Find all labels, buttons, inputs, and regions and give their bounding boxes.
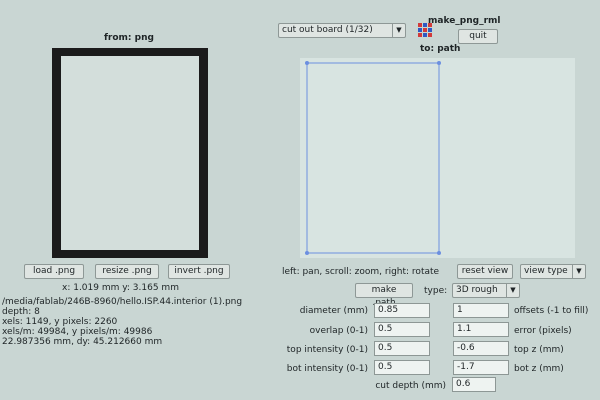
error-input[interactable]: 1.1 — [453, 322, 509, 337]
top-z-input[interactable]: -0.6 — [453, 341, 509, 356]
window-title: make_png_rml — [428, 16, 501, 26]
bot-intensity-input[interactable]: 0.5 — [374, 360, 430, 375]
path-preview[interactable] — [300, 58, 575, 258]
offsets-input[interactable]: 1 — [453, 303, 509, 318]
invert-png-button[interactable]: invert .png — [168, 264, 230, 279]
reset-view-button[interactable]: reset view — [457, 264, 513, 279]
chevron-down-icon: ▼ — [392, 24, 405, 37]
bot-z-input[interactable]: -1.7 — [453, 360, 509, 375]
file-pixels: xels: 1149, y pixels: 2260 — [2, 317, 118, 327]
to-path-title: to: path — [420, 44, 461, 54]
cursor-coords: x: 1.019 mm y: 3.165 mm — [62, 283, 179, 293]
quit-button[interactable]: quit — [458, 29, 498, 44]
file-pixels-per-m: xels/m: 49984, y pixels/m: 49986 — [2, 327, 153, 337]
param-label-top-z: top z (mm) — [514, 345, 564, 355]
param-label-error: error (pixels) — [514, 326, 572, 336]
mode-dropdown[interactable]: cut out board (1/32) ▼ — [278, 23, 406, 38]
view-hint: left: pan, scroll: zoom, right: rotate — [282, 267, 440, 277]
param-label-offsets: offsets (-1 to fill) — [514, 306, 589, 316]
param-label-bot-z: bot z (mm) — [514, 364, 564, 374]
param-label-cut-depth: cut depth (mm) — [375, 381, 446, 391]
file-dimensions: 22.987356 mm, dy: 45.212660 mm — [2, 337, 163, 347]
type-dropdown[interactable]: 3D rough ▼ — [452, 283, 520, 298]
overlap-input[interactable]: 0.5 — [374, 322, 430, 337]
param-label-bot-intensity: bot intensity (0-1) — [286, 364, 368, 374]
param-label-overlap: overlap (0-1) — [309, 326, 368, 336]
diameter-input[interactable]: 0.85 — [374, 303, 430, 318]
type-label: type: — [424, 286, 448, 296]
view-type-dropdown[interactable]: view type ▼ — [520, 264, 586, 279]
from-png-title: from: png — [104, 33, 154, 43]
param-label-top-intensity: top intensity (0-1) — [286, 345, 368, 355]
chevron-down-icon: ▼ — [572, 265, 585, 278]
top-intensity-input[interactable]: 0.5 — [374, 341, 430, 356]
make-path-button[interactable]: make .path — [355, 283, 413, 308]
mode-dropdown-value: cut out board (1/32) — [282, 25, 373, 35]
view-type-value: view type — [524, 266, 568, 276]
file-depth: depth: 8 — [2, 307, 40, 317]
load-png-button[interactable]: load .png — [24, 264, 84, 279]
param-label-diameter: diameter (mm) — [299, 306, 368, 316]
cut-depth-input[interactable]: 0.6 — [452, 377, 496, 392]
resize-png-button[interactable]: resize .png — [95, 264, 159, 279]
png-preview[interactable] — [52, 48, 208, 258]
grid-icon[interactable] — [418, 23, 432, 37]
type-value: 3D rough — [456, 285, 498, 295]
png-preview-canvas — [61, 56, 199, 250]
chevron-down-icon: ▼ — [506, 284, 519, 297]
file-path: /media/fablab/246B-8960/hello.ISP.44.int… — [2, 297, 243, 307]
